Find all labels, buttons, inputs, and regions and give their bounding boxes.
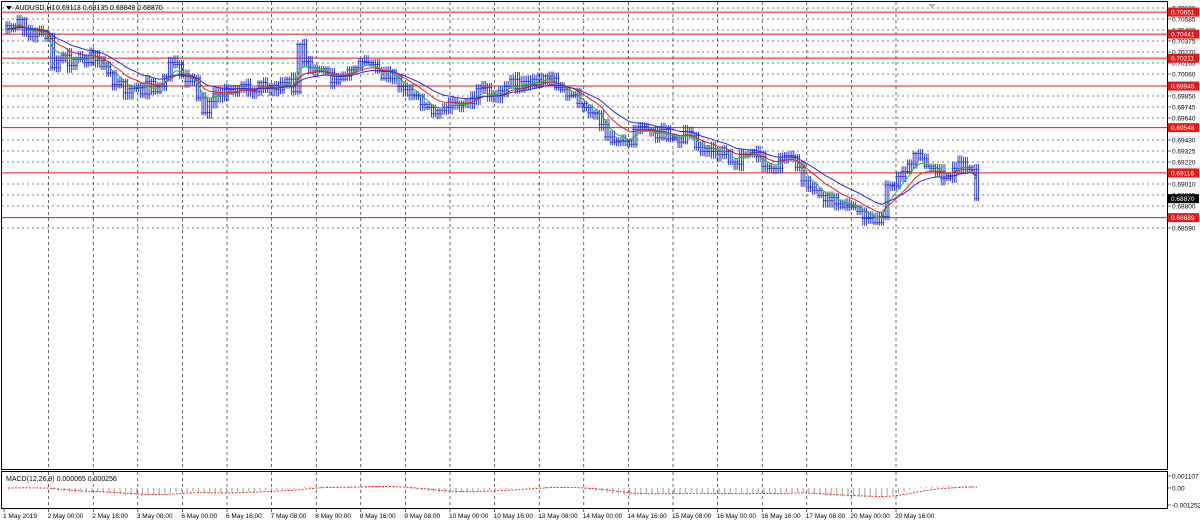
- price-tick-label: 0.70060: [1172, 71, 1196, 78]
- price-tick-label: 0.69850: [1172, 93, 1196, 100]
- price-tick-label: 0.70585: [1172, 16, 1196, 23]
- time-label: 10 May 00:00: [449, 513, 489, 520]
- chart-window[interactable]: 0.706900.705850.704800.703750.702700.701…: [0, 0, 1200, 523]
- ohlc-values: 0.69113 0.69135 0.68849 0.68870: [56, 5, 163, 12]
- symbol-label: AUDUSD,H1: [15, 5, 56, 12]
- time-label: 3 May 08:00: [137, 513, 173, 520]
- time-label: 8 May 00:00: [315, 513, 351, 520]
- time-label: 8 May 16:00: [360, 513, 396, 520]
- time-label: 15 May 08:00: [672, 513, 712, 520]
- level-label: 0.69945: [1171, 83, 1195, 90]
- price-tick-label: 0.69325: [1172, 148, 1196, 155]
- price-tick-label: 0.68590: [1172, 225, 1196, 232]
- time-label: 10 May 16:00: [494, 513, 534, 520]
- time-label: 6 May 00:00: [181, 513, 217, 520]
- macd-tick-label: 0.00: [1172, 485, 1185, 492]
- level-label: 0.68689: [1171, 215, 1195, 222]
- current-price-label: 0.68870: [1171, 196, 1195, 203]
- price-axis: 0.706900.705850.704800.703750.702700.701…: [1167, 5, 1200, 509]
- time-label: 2 May 00:00: [48, 513, 84, 520]
- time-label: 9 May 08:00: [404, 513, 440, 520]
- price-tick-label: 0.69640: [1172, 115, 1196, 122]
- time-label: 14 May 00:00: [583, 513, 623, 520]
- level-label: 0.69548: [1171, 125, 1195, 132]
- macd-tick-label: 0.001107: [1172, 473, 1199, 480]
- time-label: 7 May 08:00: [271, 513, 307, 520]
- time-label: 16 May 00:00: [717, 513, 757, 520]
- price-tick-label: 0.69220: [1172, 159, 1196, 166]
- time-label: 6 May 16:00: [226, 513, 262, 520]
- time-label: 14 May 16:00: [627, 513, 667, 520]
- time-label: 2 May 16:00: [92, 513, 128, 520]
- main-chart-frame: [1, 1, 1168, 470]
- price-tick-label: 0.70375: [1172, 38, 1196, 45]
- level-label: 0.69116: [1171, 170, 1194, 177]
- time-label: 13 May 08:00: [538, 513, 578, 520]
- level-label: 0.70211: [1171, 56, 1194, 63]
- time-label: 16 May 16:00: [761, 513, 801, 520]
- time-axis: 1 May 2019 2 May 00:00 2 May 16:00 3 May 08…: [3, 509, 935, 520]
- level-label: 0.70441: [1171, 31, 1195, 38]
- time-label: 20 May 16:00: [895, 513, 935, 520]
- price-tick-label: 0.69745: [1172, 104, 1196, 111]
- time-label: 1 May 2019: [3, 513, 37, 520]
- level-label: 0.70651: [1171, 9, 1195, 16]
- time-label: 17 May 08:00: [806, 513, 846, 520]
- macd-label: MACD(12,26,9) 0.000065 0.000256: [6, 476, 117, 483]
- time-label: 20 May 00:00: [850, 513, 890, 520]
- price-tick-label: 0.68800: [1172, 203, 1196, 210]
- macd-tick-label: -0.001252: [1172, 502, 1200, 509]
- price-tick-label: 0.69430: [1172, 137, 1196, 144]
- price-tick-label: 0.69010: [1172, 181, 1196, 188]
- price-chart[interactable]: 0.706900.705850.704800.703750.702700.701…: [0, 0, 1200, 523]
